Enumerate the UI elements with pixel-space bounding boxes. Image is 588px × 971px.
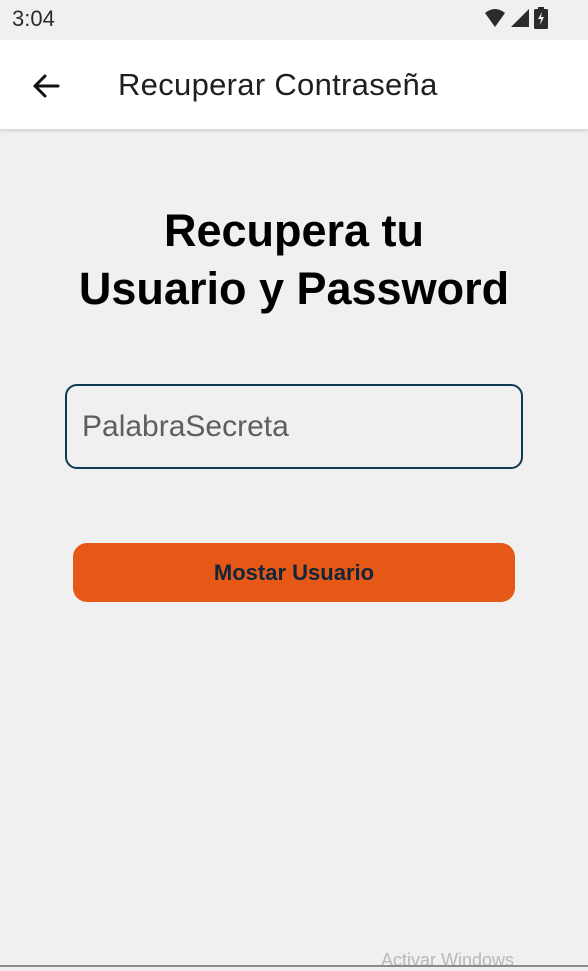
secret-word-input[interactable]: [67, 386, 521, 467]
back-button[interactable]: [22, 62, 70, 110]
headline-line-2: Usuario y Password: [78, 263, 510, 314]
show-user-button[interactable]: Mostar Usuario: [73, 543, 515, 602]
activate-windows-watermark: Activar Windows: [381, 950, 515, 970]
app-bar: Recuperar Contraseña: [0, 40, 588, 129]
headline: Recupera tu Usuario y Password: [0, 202, 588, 318]
secret-word-field[interactable]: [65, 384, 523, 469]
wifi-icon: [485, 9, 505, 27]
headline-line-1: Recupera tu: [163, 205, 425, 256]
status-bar: 3:04: [0, 0, 588, 40]
cell-signal-icon: [511, 9, 529, 27]
arrow-left-icon: [33, 74, 60, 98]
status-time: 3:04: [12, 6, 55, 31]
battery-icon: [534, 7, 548, 29]
page-title: Recuperar Contraseña: [118, 67, 438, 102]
status-icons: [484, 6, 548, 30]
